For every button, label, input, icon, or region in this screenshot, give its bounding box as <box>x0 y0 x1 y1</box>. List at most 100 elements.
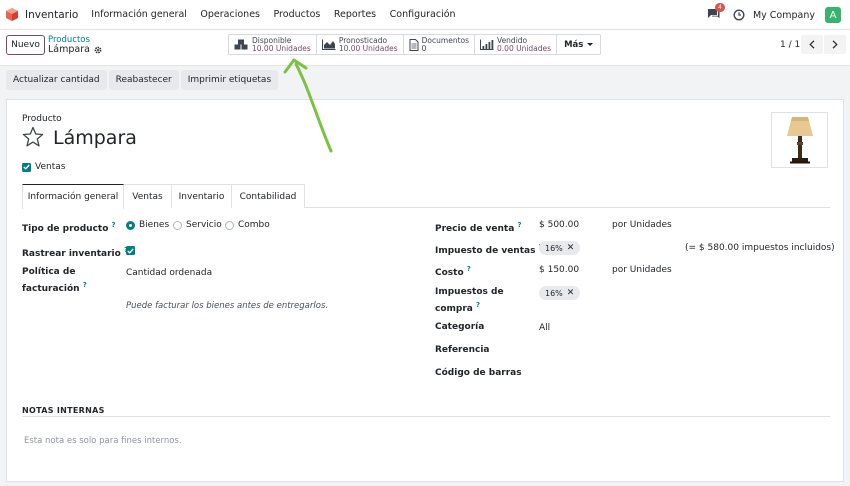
category-input[interactable]: All <box>539 322 550 335</box>
sales-checkbox-label: Ventas <box>35 162 66 172</box>
cost-label-text: Costo <box>435 268 464 278</box>
track-inventory-checkbox[interactable] <box>126 246 139 255</box>
radio-combo-label: Combo <box>238 220 270 230</box>
lamp-image <box>786 117 813 164</box>
remove-tag-icon[interactable]: ✕ <box>567 288 575 298</box>
billing-hint: Puede facturar los bienes antes de entre… <box>126 301 329 311</box>
available-value: 10.00 Unidades <box>252 43 311 53</box>
product-image[interactable] <box>771 112 828 168</box>
sales-tax-tag[interactable]: 16% ✕ <box>539 241 581 255</box>
documents-value: 0 <box>421 43 427 53</box>
update-quantity-button[interactable]: Actualizar cantidad <box>6 70 107 90</box>
cost-unit: por Unidades <box>612 265 672 275</box>
radio-combo[interactable]: Combo <box>225 220 270 230</box>
inventory-app-icon[interactable] <box>6 8 18 21</box>
sold-smart-button[interactable]: Vendido 0.00 Unidades <box>475 35 558 54</box>
sale-price-label: Precio de venta ? <box>435 219 522 236</box>
chevron-right-icon <box>832 40 838 49</box>
radio-goods-label: Bienes <box>139 220 170 230</box>
tab-general-info[interactable]: Información general <box>22 184 124 209</box>
internal-notes-editor[interactable]: Esta nota es solo para fines internos. <box>24 436 182 446</box>
new-button[interactable]: Nuevo <box>6 35 45 55</box>
radio-selected-icon <box>126 220 135 230</box>
help-tooltip-icon[interactable]: ? <box>112 221 116 229</box>
sale-price-label-text: Precio de venta <box>435 224 515 234</box>
sales-tax-tag-label: 16% <box>545 243 563 253</box>
tab-accounting[interactable]: Contabilidad <box>232 184 305 208</box>
company-switcher[interactable]: My Company <box>753 10 815 21</box>
replenish-button[interactable]: Reabastecer <box>108 70 179 90</box>
available-smart-button[interactable]: Disponible 10.00 Unidades <box>229 35 317 54</box>
help-tooltip-icon[interactable]: ? <box>83 281 87 289</box>
purchase-tax-tag[interactable]: 16% ✕ <box>539 286 581 300</box>
remove-tag-icon[interactable]: ✕ <box>567 243 575 253</box>
product-type-label-text: Tipo de producto <box>22 224 109 234</box>
gear-icon[interactable] <box>94 46 102 54</box>
more-dropdown[interactable]: Más <box>557 35 600 54</box>
documents-title: Documentos <box>421 35 470 45</box>
pager-counter[interactable]: 1 / 1 <box>780 40 800 50</box>
user-avatar[interactable]: A <box>825 7 841 23</box>
purchase-tax-tag-label: 16% <box>545 288 563 298</box>
messages-count-badge: 4 <box>714 3 725 12</box>
bar-chart-icon <box>480 39 494 50</box>
product-label: Producto <box>22 114 62 124</box>
product-type-label: Tipo de producto ? <box>22 219 116 236</box>
radio-goods[interactable]: Bienes <box>126 220 169 230</box>
help-tooltip-icon[interactable]: ? <box>467 265 471 273</box>
messages-button[interactable]: 4 <box>707 3 725 22</box>
tab-inventory[interactable]: Inventario <box>172 184 232 208</box>
main-menu: Información general Operaciones Producto… <box>91 9 469 20</box>
print-labels-button[interactable]: Imprimir etiquetas <box>180 70 279 90</box>
internal-notes-title: NOTAS INTERNAS <box>22 406 105 415</box>
area-chart-icon <box>321 39 336 50</box>
sale-price-unit: por Unidades <box>612 220 672 230</box>
pager-next-button[interactable] <box>824 35 846 54</box>
sales-tax-label-text: Impuesto de ventas <box>435 246 536 256</box>
notes-divider <box>22 416 830 417</box>
breadcrumb-current-label: Lámpara <box>48 44 90 55</box>
pager-previous-button[interactable] <box>801 35 823 54</box>
breadcrumb-current: Lámpara <box>48 44 102 55</box>
menu-item-configuration[interactable]: Configuración <box>390 9 456 20</box>
cost-label: Costo ? <box>435 263 471 280</box>
form-tabs: Información general Ventas Inventario Co… <box>22 184 830 209</box>
activity-clock-icon[interactable] <box>733 9 745 21</box>
chevron-left-icon <box>809 40 815 49</box>
product-name[interactable]: Lámpara <box>53 127 137 149</box>
cost-input[interactable]: $ 150.00 <box>539 264 579 277</box>
cubes-icon <box>234 39 248 50</box>
menu-item-overview[interactable]: Información general <box>91 9 187 20</box>
category-label: Categoría <box>435 322 485 332</box>
billing-policy-label-line2: facturación <box>22 284 80 294</box>
sold-value: 0.00 Unidades <box>497 43 552 53</box>
purchase-tax-label-line1: Impuestos de <box>435 287 504 297</box>
billing-policy-label-line1: Política de <box>22 267 76 277</box>
menu-item-reports[interactable]: Reportes <box>334 9 376 20</box>
track-inventory-label-text: Rastrear inventario <box>22 249 121 259</box>
sales-checkbox[interactable]: Ventas <box>22 162 65 172</box>
star-icon[interactable] <box>22 126 44 148</box>
navbar-right: 4 My Company A <box>707 0 850 30</box>
radio-service[interactable]: Servicio <box>173 220 222 230</box>
radio-service-label: Servicio <box>186 220 222 230</box>
help-tooltip-icon[interactable]: ? <box>476 301 480 309</box>
app-name[interactable]: Inventario <box>25 9 78 21</box>
help-tooltip-icon[interactable]: ? <box>517 221 521 229</box>
sale-price-input[interactable]: $ 500.00 <box>539 219 579 232</box>
menu-item-products[interactable]: Productos <box>274 9 321 20</box>
documents-smart-button[interactable]: Documentos 0 <box>404 35 476 54</box>
purchase-tax-label-line2: compra <box>435 304 473 314</box>
caret-down-icon <box>587 43 594 46</box>
billing-policy-label: Política de facturación ? <box>22 266 87 296</box>
radio-empty-icon <box>173 220 182 230</box>
forecasted-value: 10.00 Unidades <box>338 43 398 53</box>
forecasted-smart-button[interactable]: Pronosticado 10.00 Unidades <box>317 35 404 54</box>
form-action-buttons: Actualizar cantidad Reabastecer Imprimir… <box>6 70 280 90</box>
billing-policy-select[interactable]: Cantidad ordenada <box>126 267 212 280</box>
reference-label: Referencia <box>435 345 490 355</box>
control-panel: Nuevo Productos Lámpara Disponible 10.00… <box>0 30 850 66</box>
menu-item-operations[interactable]: Operaciones <box>200 9 260 20</box>
radio-empty-icon <box>225 220 234 230</box>
tab-sales[interactable]: Ventas <box>124 184 172 208</box>
